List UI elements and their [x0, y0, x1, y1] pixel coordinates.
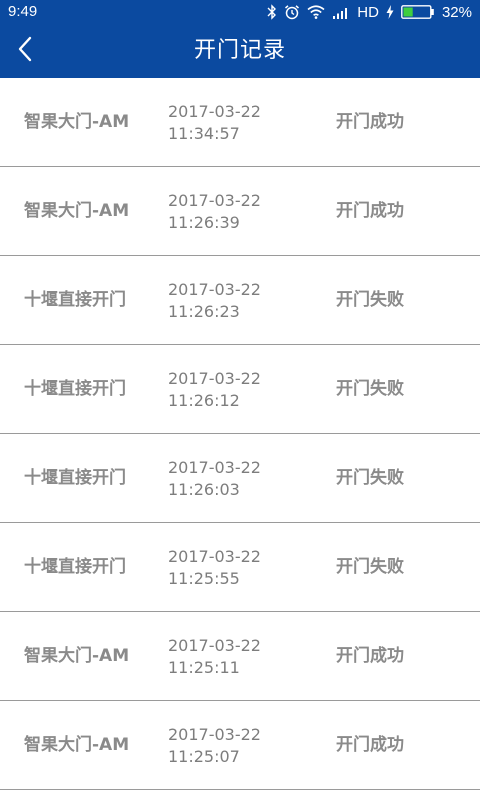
- record-date: 2017-03-22: [168, 725, 261, 744]
- record-time: 11:26:23: [168, 302, 240, 321]
- record-row[interactable]: 十堰直接开门 2017-03-22 11:26:03 开门失败: [0, 434, 480, 523]
- record-status: 开门失败: [336, 290, 404, 310]
- record-row[interactable]: 智果大门-AM 2017-03-22 11:25:11 开门成功: [0, 612, 480, 701]
- network-type: HD: [357, 3, 379, 21]
- door-name: 十堰直接开门: [24, 379, 126, 399]
- record-status: 开门成功: [336, 646, 404, 666]
- record-time: 11:26:03: [168, 480, 240, 499]
- alarm-icon: [284, 4, 300, 20]
- record-date: 2017-03-22: [168, 458, 261, 477]
- record-status: 开门失败: [336, 379, 404, 399]
- record-date: 2017-03-22: [168, 547, 261, 566]
- page-title: 开门记录: [193, 38, 286, 63]
- door-name: 智果大门-AM: [24, 735, 130, 755]
- door-name: 智果大门-AM: [24, 112, 130, 132]
- record-time: 11:34:57: [168, 124, 240, 143]
- status-time: 9:49: [8, 3, 38, 20]
- record-list[interactable]: 智果大门-AM 2017-03-22 11:34:57 开门成功 智果大门-AM…: [0, 78, 480, 790]
- battery-icon: [401, 5, 435, 19]
- record-row[interactable]: 十堰直接开门 2017-03-22 11:25:55 开门失败: [0, 523, 480, 612]
- record-date: 2017-03-22: [168, 636, 261, 655]
- record-time: 11:25:55: [168, 569, 240, 588]
- door-name: 智果大门-AM: [24, 201, 130, 221]
- record-status: 开门成功: [336, 112, 404, 132]
- charging-icon: [386, 5, 394, 19]
- bluetooth-icon: [267, 4, 277, 20]
- wifi-icon: [307, 5, 325, 19]
- record-date: 2017-03-22: [168, 102, 261, 121]
- record-row[interactable]: 智果大门-AM 2017-03-22 11:34:57 开门成功: [0, 78, 480, 167]
- record-status: 开门失败: [336, 468, 404, 488]
- status-icons: HD 32%: [267, 2, 472, 22]
- status-bar: 9:49 HD 32%: [0, 0, 480, 24]
- record-row[interactable]: 智果大门-AM 2017-03-22 11:26:39 开门成功: [0, 167, 480, 256]
- door-name: 十堰直接开门: [24, 557, 126, 577]
- door-name: 十堰直接开门: [24, 468, 126, 488]
- battery-percent: 32%: [441, 3, 472, 21]
- record-date: 2017-03-22: [168, 280, 261, 299]
- app-bar: 开门记录: [0, 24, 480, 78]
- record-date: 2017-03-22: [168, 191, 261, 210]
- signal-icon: [332, 6, 350, 19]
- record-status: 开门成功: [336, 735, 404, 755]
- record-time: 11:26:39: [168, 213, 240, 232]
- door-name: 十堰直接开门: [24, 290, 126, 310]
- record-row[interactable]: 十堰直接开门 2017-03-22 11:26:23 开门失败: [0, 256, 480, 345]
- door-name: 智果大门-AM: [24, 646, 130, 666]
- record-status: 开门成功: [336, 201, 404, 221]
- record-row[interactable]: 智果大门-AM 2017-03-22 11:25:07 开门成功: [0, 701, 480, 790]
- record-row[interactable]: 十堰直接开门 2017-03-22 11:26:12 开门失败: [0, 345, 480, 434]
- record-time: 11:25:11: [168, 658, 240, 677]
- record-time: 11:25:07: [168, 747, 240, 766]
- record-time: 11:26:12: [168, 391, 240, 410]
- record-status: 开门失败: [336, 557, 404, 577]
- record-date: 2017-03-22: [168, 369, 261, 388]
